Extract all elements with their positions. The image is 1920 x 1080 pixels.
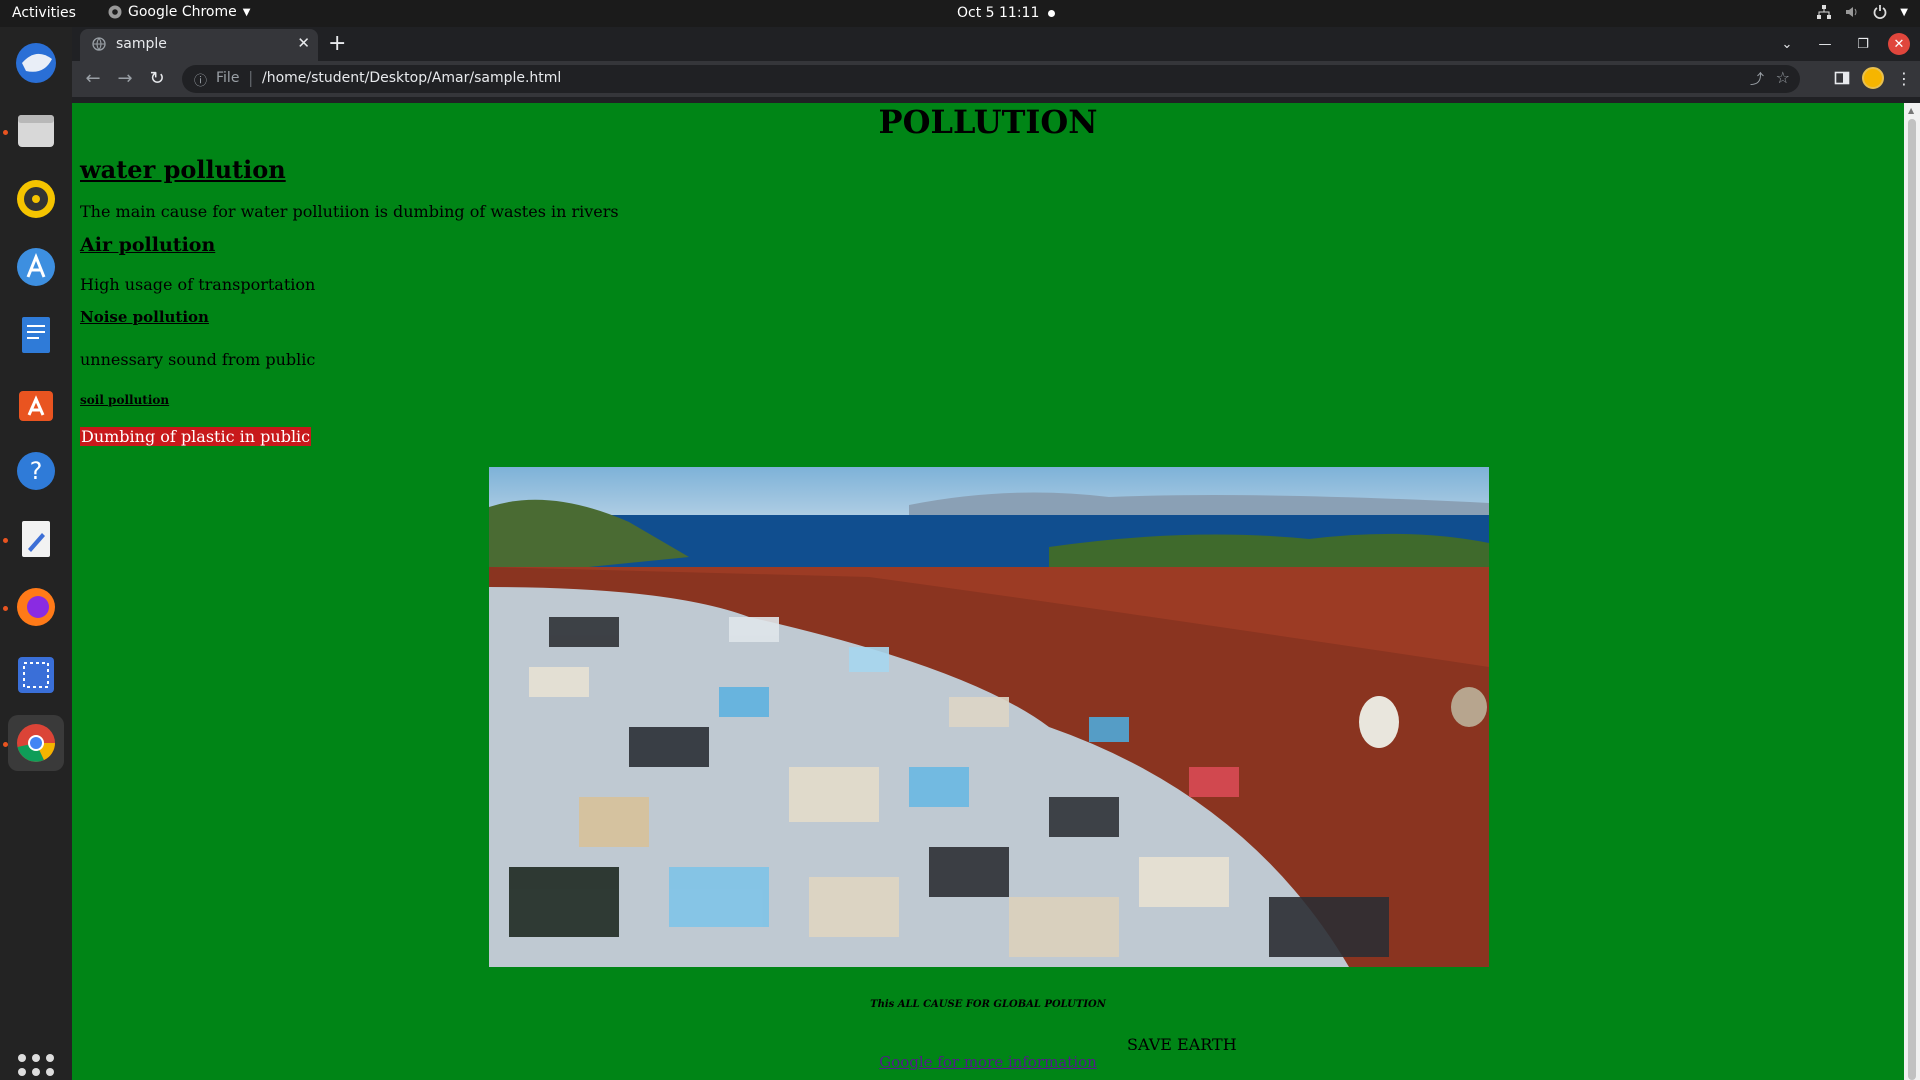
tab-sample[interactable]: sample ✕ <box>80 29 318 61</box>
activities-button[interactable]: Activities <box>12 5 76 21</box>
svg-text:?: ? <box>30 457 43 485</box>
share-icon[interactable]: ⤴ <box>1750 69 1764 89</box>
caret-down-icon: ▼ <box>1900 6 1908 18</box>
thunderbird-icon[interactable] <box>8 35 64 91</box>
clock[interactable]: Oct 5 11:11 <box>957 5 1039 21</box>
save-earth-text: SAVE EARTH <box>1127 1035 1237 1054</box>
close-window-button[interactable]: ✕ <box>1888 33 1910 55</box>
reload-button[interactable]: ↻ <box>146 68 168 90</box>
text-noise-pollution: unnessary sound from public <box>80 350 316 369</box>
tab-strip: sample ✕ + ⌄ — ❐ ✕ <box>72 27 1920 61</box>
url-text[interactable]: /home/student/Desktop/Amar/sample.html <box>262 70 561 86</box>
screenshot-icon[interactable] <box>8 647 64 703</box>
google-info-link[interactable]: Google for more information <box>72 1053 1904 1071</box>
heading-water-pollution: water pollution <box>80 155 286 184</box>
system-top-bar: Activities Google Chrome ▼ Oct 5 11:11 ▼ <box>0 0 1920 27</box>
more-menu-icon[interactable]: ⋮ <box>1896 69 1912 88</box>
files-icon[interactable] <box>8 103 64 159</box>
app-menu-label: Google Chrome <box>128 4 237 20</box>
heading-soil-pollution: soil pollution <box>80 393 170 407</box>
url-scheme: File <box>216 70 240 86</box>
photo-caption: This ALL CAUSE FOR GLOBAL POLUTION <box>870 999 1106 1010</box>
rhythmbox-icon[interactable] <box>8 171 64 227</box>
minimize-button[interactable]: — <box>1806 37 1844 52</box>
running-indicator <box>3 742 8 747</box>
profile-avatar[interactable] <box>1862 67 1884 89</box>
tab-title: sample <box>116 36 167 52</box>
new-tab-button[interactable]: + <box>328 31 346 56</box>
caret-down-icon: ▼ <box>242 6 251 18</box>
bookmark-star-icon[interactable]: ☆ <box>1776 68 1790 87</box>
pollution-photo <box>489 467 1489 967</box>
window-controls: ⌄ — ❐ ✕ <box>1768 27 1920 61</box>
info-icon[interactable]: ⓘ <box>194 70 207 89</box>
scrollbar-thumb[interactable] <box>1908 119 1916 1080</box>
power-icon <box>1873 5 1887 19</box>
close-icon[interactable]: ✕ <box>297 34 310 52</box>
page-viewport: POLLUTION water pollution The main cause… <box>72 103 1904 1080</box>
text-soil-pollution: Dumbing of plastic in public <box>80 427 312 446</box>
google-info-link-label[interactable]: Google for more information <box>879 1053 1097 1071</box>
chrome-small-icon <box>108 5 122 19</box>
dock: ? <box>0 27 72 1080</box>
vertical-scrollbar[interactable]: ▲ <box>1904 103 1920 1080</box>
side-panel-icon[interactable] <box>1834 70 1850 86</box>
app-menu[interactable]: Google Chrome ▼ <box>108 4 250 20</box>
network-icon <box>1817 5 1832 19</box>
notification-dot <box>1048 10 1055 17</box>
system-tray[interactable]: ▼ <box>1816 4 1908 20</box>
divider: | <box>248 68 254 87</box>
firefox-icon[interactable] <box>8 579 64 635</box>
address-bar[interactable]: ⓘ File | /home/student/Desktop/Amar/samp… <box>182 65 1800 93</box>
show-apps-button[interactable] <box>18 1054 54 1080</box>
text-editor-icon[interactable] <box>8 511 64 567</box>
volume-icon <box>1846 7 1857 17</box>
software-icon[interactable] <box>8 375 64 431</box>
tab-search-icon[interactable]: ⌄ <box>1768 37 1806 52</box>
text-air-pollution: High usage of transportation <box>80 275 316 294</box>
restore-button[interactable]: ❐ <box>1844 37 1882 52</box>
help-icon[interactable]: ? <box>8 443 64 499</box>
toolbar-right: ⋮ <box>1834 67 1912 89</box>
browser-toolbar: ← → ↻ ⓘ File | /home/student/Desktop/Ama… <box>72 61 1920 97</box>
writer-icon[interactable] <box>8 307 64 363</box>
page-title: POLLUTION <box>878 103 1098 141</box>
forward-button[interactable]: → <box>114 68 136 90</box>
browser-window: sample ✕ + ⌄ — ❐ ✕ ← → ↻ ⓘ File | /home/… <box>72 27 1920 1080</box>
text-water-pollution: The main cause for water pollutiion is d… <box>80 202 619 221</box>
back-button[interactable]: ← <box>82 68 104 90</box>
scroll-up-icon[interactable]: ▲ <box>1908 106 1914 115</box>
heading-air-pollution: Air pollution <box>80 234 216 256</box>
app-center-icon[interactable] <box>8 239 64 295</box>
chrome-icon[interactable] <box>8 715 64 771</box>
globe-icon <box>92 37 106 51</box>
heading-noise-pollution: Noise pollution <box>80 308 209 326</box>
